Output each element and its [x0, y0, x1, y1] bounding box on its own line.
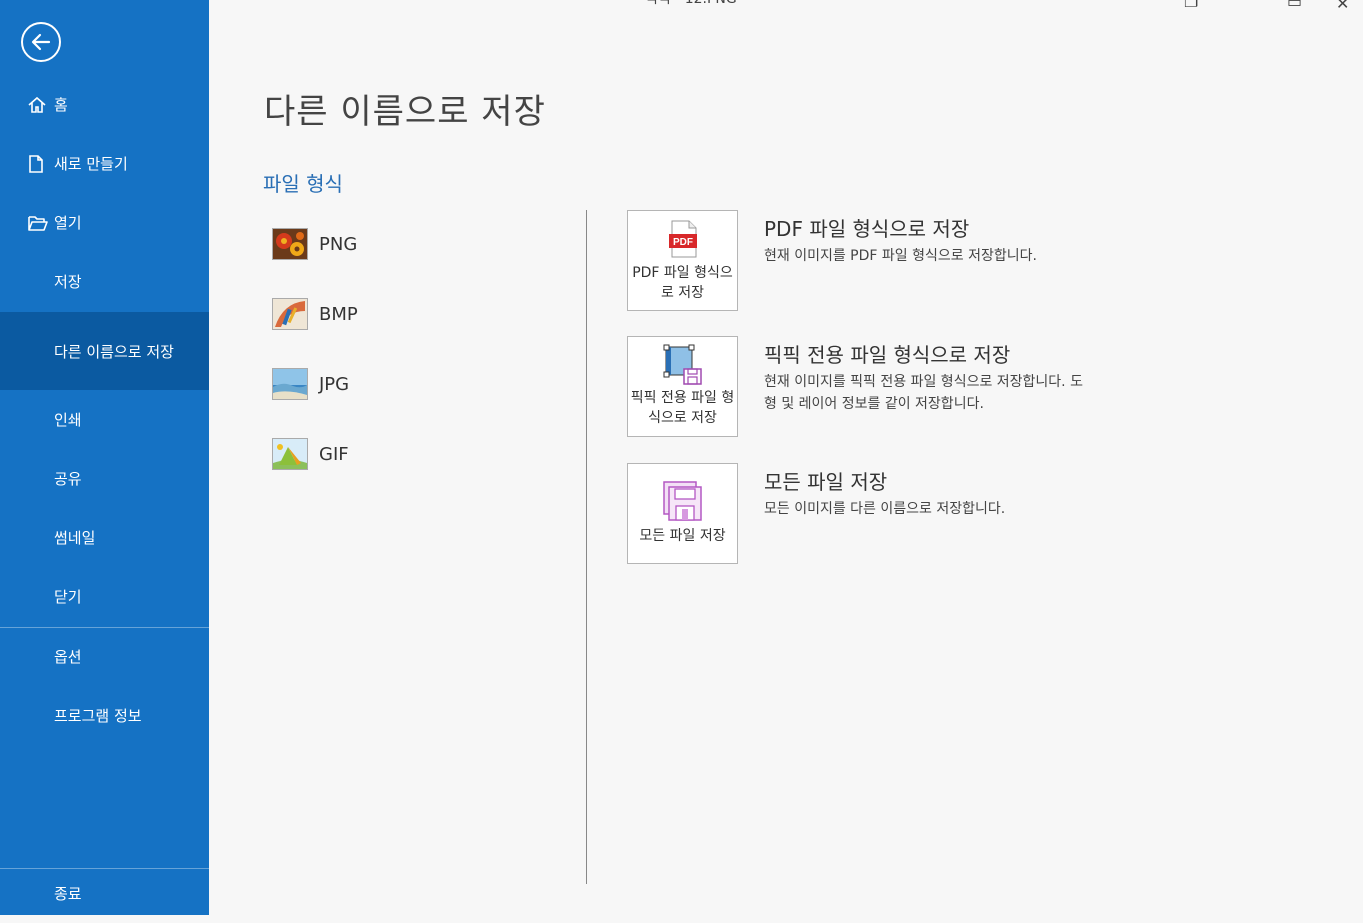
nav-label: 프로그램 정보 — [54, 707, 142, 725]
format-label: BMP — [319, 303, 358, 325]
nav-label: 종료 — [54, 885, 82, 903]
format-label: PNG — [319, 233, 358, 255]
nav-about[interactable]: 프로그램 정보 — [0, 686, 209, 745]
option-description: 현재 이미지를 PDF 파일 형식으로 저장합니다. — [764, 248, 1037, 264]
nav-new[interactable]: 새로 만들기 — [0, 134, 209, 193]
pdf-icon: PDF — [628, 220, 737, 258]
nav-label: 공유 — [54, 470, 82, 488]
nav-label: 옵션 — [54, 648, 82, 666]
bmp-paint-icon — [272, 298, 308, 330]
restore-icon[interactable]: ❐ — [1184, 0, 1198, 11]
nav-home[interactable]: 홈 — [0, 75, 209, 134]
home-icon — [27, 95, 51, 115]
panel-divider — [586, 210, 587, 884]
save-all-button[interactable]: 모든 파일 저장 — [627, 463, 738, 564]
pdf-icon-text: PDF — [673, 237, 693, 248]
format-jpg[interactable]: JPG — [272, 365, 349, 403]
gif-tent-icon — [272, 438, 308, 470]
window-title: 픽픽 - 12.PNG — [645, 0, 737, 8]
nav-label: 닫기 — [54, 588, 82, 606]
nav-options[interactable]: 옵션 — [0, 627, 209, 686]
minimize-icon[interactable]: ▭ — [1287, 0, 1302, 11]
nav-label: 인쇄 — [54, 411, 82, 429]
option-title: 픽픽 전용 파일 형식으로 저장 — [764, 343, 1011, 367]
back-button[interactable] — [21, 22, 61, 62]
format-label: GIF — [319, 443, 349, 465]
card-label: PDF 파일 형식으로 저장 — [632, 265, 733, 301]
nav-label: 열기 — [54, 214, 82, 232]
save-pdf-button[interactable]: PDF PDF 파일 형식으로 저장 — [627, 210, 738, 311]
nav-label: 홈 — [54, 96, 68, 114]
nav-thumbnail[interactable]: 썸네일 — [0, 508, 209, 567]
format-bmp[interactable]: BMP — [272, 295, 358, 333]
card-label: 모든 파일 저장 — [639, 528, 726, 544]
save-picpick-format-button[interactable]: 픽픽 전용 파일 형식으로 저장 — [627, 336, 738, 437]
nav-share[interactable]: 공유 — [0, 449, 209, 508]
nav-label: 저장 — [54, 273, 82, 291]
png-flowers-icon — [272, 228, 308, 260]
close-icon[interactable]: ✕ — [1336, 0, 1349, 13]
option-description: 모든 이미지를 다른 이름으로 저장합니다. — [764, 501, 1006, 517]
option-title: PDF 파일 형식으로 저장 — [764, 217, 970, 241]
nav-label: 새로 만들기 — [54, 155, 128, 173]
nav-label: 다른 이름으로 저장 — [54, 342, 174, 361]
arrow-left-icon — [31, 33, 51, 51]
section-title: 파일 형식 — [263, 172, 343, 196]
nav-exit[interactable]: 종료 — [0, 864, 209, 923]
jpg-landscape-icon — [272, 368, 308, 400]
option-description: 현재 이미지를 픽픽 전용 파일 형식으로 저장합니다. 도형 및 레이어 정보… — [764, 374, 1083, 412]
backstage-sidebar: 홈 새로 만들기 열기 저장 다른 이름으로 저장 인쇄 공유 썸네일 닫기 옵… — [0, 0, 209, 915]
nav-open[interactable]: 열기 — [0, 193, 209, 252]
folder-open-icon — [27, 214, 51, 232]
nav-close[interactable]: 닫기 — [0, 567, 209, 626]
picpick-format-icon — [628, 344, 737, 386]
nav-print[interactable]: 인쇄 — [0, 390, 209, 449]
format-gif[interactable]: GIF — [272, 435, 349, 473]
nav-label: 썸네일 — [54, 529, 96, 547]
option-title: 모든 파일 저장 — [764, 470, 888, 494]
nav-save-as[interactable]: 다른 이름으로 저장 — [0, 312, 209, 390]
new-file-icon — [27, 154, 51, 174]
save-all-icon — [628, 480, 737, 522]
nav-save[interactable]: 저장 — [0, 252, 209, 311]
format-png[interactable]: PNG — [272, 225, 357, 263]
format-label: JPG — [319, 373, 350, 395]
card-label: 픽픽 전용 파일 형식으로 저장 — [630, 390, 735, 426]
page-title: 다른 이름으로 저장 — [264, 92, 546, 132]
